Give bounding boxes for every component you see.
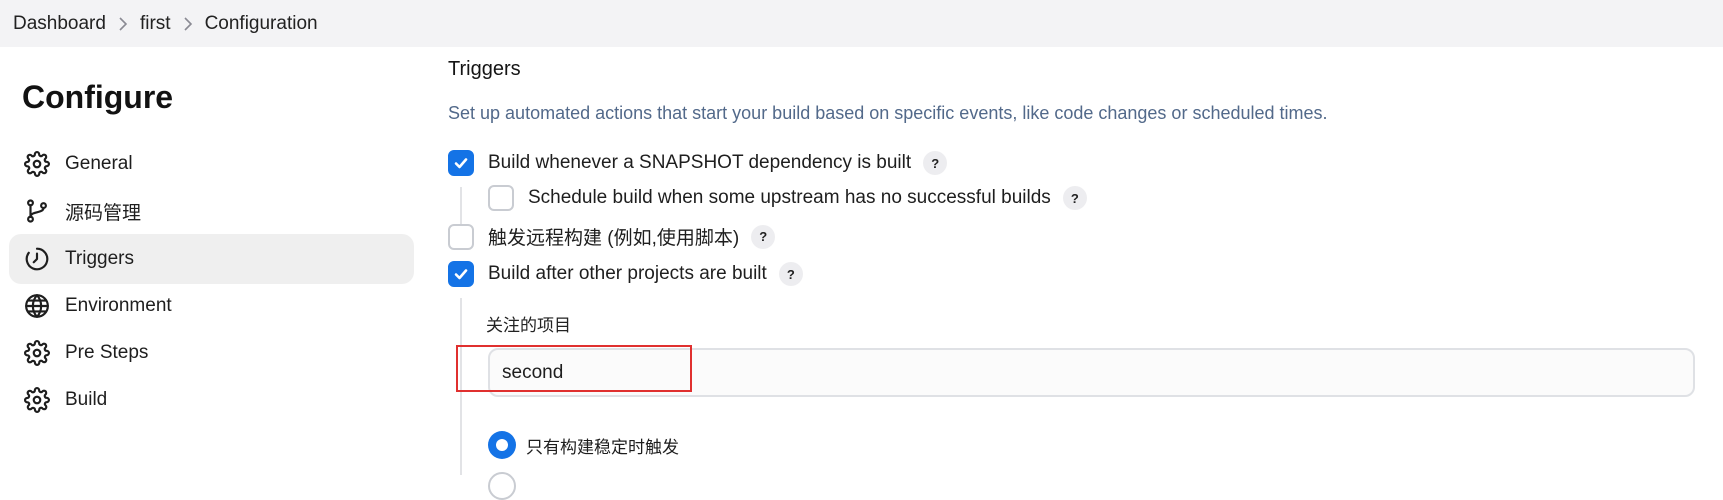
breadcrumb-dashboard[interactable]: Dashboard [13,13,106,35]
radio-label: 只有构建稳定时触发 [526,437,679,457]
sidebar-item-label: Pre Steps [65,342,149,363]
option-label: 触发远程构建 (例如,使用脚本) [488,228,740,249]
sidebar-item-environment[interactable]: Environment [9,281,414,331]
sidebar-item-triggers[interactable]: Triggers [9,234,414,284]
trigger-only-stable-radio[interactable] [488,431,516,459]
option-upstream-no-success: Schedule build when some upstream has no… [488,185,1087,211]
branch-icon [23,197,51,225]
sidebar-item-build[interactable]: Build [9,375,414,425]
help-icon[interactable]: ? [1062,186,1087,210]
option-build-after-other-projects: Build after other projects are built ? [448,261,803,287]
nested-divider [460,298,462,475]
sidebar-item-pre-steps[interactable]: Pre Steps [9,328,414,378]
projects-to-watch-input[interactable] [488,348,1695,397]
help-icon[interactable]: ? [751,224,776,249]
radio-trigger-only-stable: 只有构建稳定时触发 [488,431,679,459]
sidebar: Configure General 源码管理 Triggers Environm… [0,47,420,475]
snapshot-dependency-checkbox[interactable] [448,150,474,176]
upstream-no-success-checkbox[interactable] [488,185,514,211]
main-content: Triggers Set up automated actions that s… [448,47,1723,500]
option-remote-trigger: 触发远程构建 (例如,使用脚本) ? [448,223,776,250]
chevron-right-icon [171,13,205,34]
sidebar-item-label: General [65,153,133,174]
chevron-right-icon [106,13,140,34]
gear-icon [23,386,51,414]
section-description: Set up automated actions that start your… [448,103,1328,123]
section-title: Triggers [448,58,521,80]
option-label: Build whenever a SNAPSHOT dependency is … [488,152,912,173]
gear-icon [23,339,51,367]
sidebar-item-label: 源码管理 [65,202,142,224]
sidebar-item-label: Build [65,389,108,410]
projects-to-watch-label: 关注的项目 [486,316,571,335]
gear-icon [23,150,51,178]
sidebar-item-label: Triggers [65,248,134,269]
check-icon [454,269,468,280]
remote-trigger-checkbox[interactable] [448,223,474,250]
globe-icon [23,292,51,320]
page-title: Configure [22,79,174,115]
breadcrumb-first[interactable]: first [140,13,171,35]
breadcrumb-configuration[interactable]: Configuration [205,13,318,35]
next-radio-option[interactable] [488,472,516,500]
clock-icon [23,245,51,273]
sidebar-item-label: Environment [65,295,172,316]
option-label: Schedule build when some upstream has no… [528,187,1051,208]
check-icon [454,158,468,169]
sidebar-item-source-management[interactable]: 源码管理 [9,186,414,236]
option-label: Build after other projects are built [488,263,767,284]
build-after-other-projects-checkbox[interactable] [448,261,474,287]
help-icon[interactable]: ? [923,151,948,175]
help-icon[interactable]: ? [778,262,803,286]
breadcrumb: Dashboard first Configuration [0,0,1723,47]
sidebar-item-general[interactable]: General [9,139,414,189]
option-snapshot-dependency: Build whenever a SNAPSHOT dependency is … [448,150,948,176]
